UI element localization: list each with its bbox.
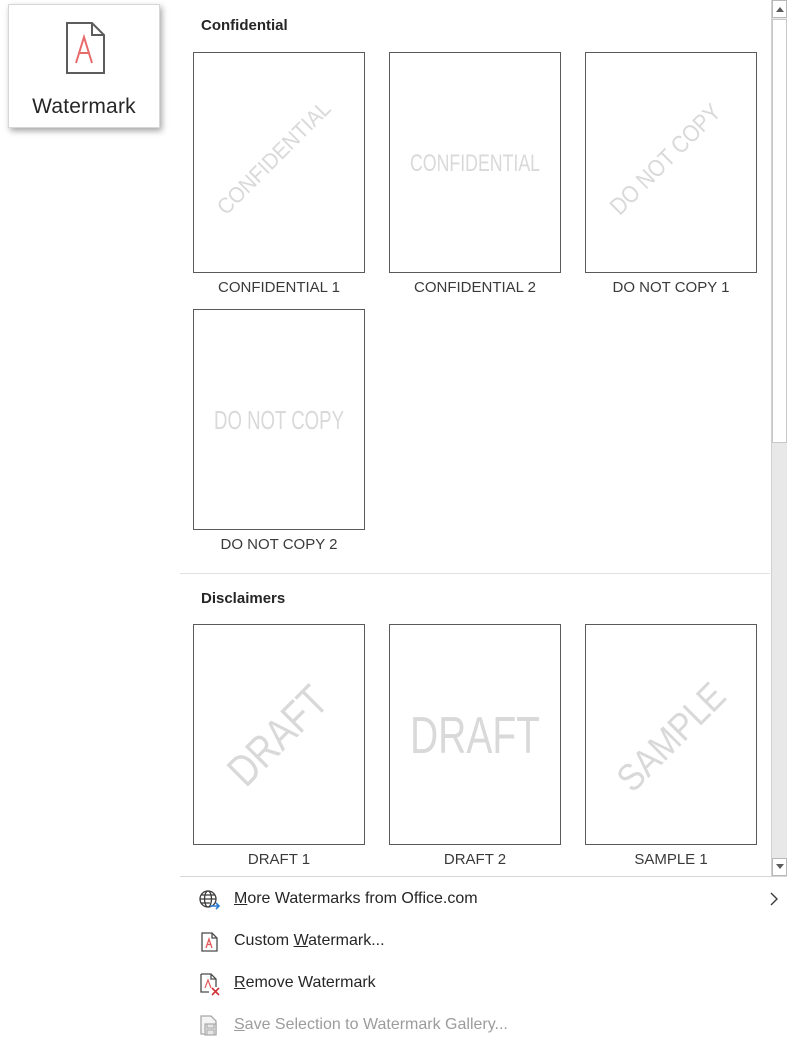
- gallery-item-draft-1[interactable]: DRAFT DRAFT 1: [193, 624, 365, 874]
- scroll-down-button[interactable]: [772, 858, 787, 876]
- gallery-item-label: DO NOT COPY 2: [220, 536, 338, 553]
- triangle-down-icon: [776, 864, 784, 869]
- watermark-preview-text: DO NOT COPY: [214, 405, 344, 435]
- watermark-gallery-panel: Confidential CONFIDENTIAL CONFIDENTIAL 1…: [180, 0, 787, 1042]
- save-to-gallery-icon: [200, 1015, 217, 1036]
- watermark-thumbnail: CONFIDENTIAL: [389, 52, 561, 273]
- watermark-thumbnail: DRAFT: [389, 624, 561, 845]
- save-selection-menu-item[interactable]: Save Selection to Watermark Gallery...: [180, 1008, 787, 1044]
- globe-icon: [199, 890, 221, 910]
- watermark-thumbnail: DO NOT COPY: [585, 52, 757, 273]
- watermark-preview-text: DRAFT: [410, 707, 540, 765]
- watermark-preview-text: DO NOT COPY: [605, 99, 727, 221]
- gallery-scrollbar[interactable]: [771, 0, 787, 876]
- watermark-preview-text: CONFIDENTIAL: [410, 150, 540, 177]
- gallery: Confidential CONFIDENTIAL CONFIDENTIAL 1…: [180, 0, 770, 876]
- watermark-preview-text: SAMPLE: [609, 675, 734, 800]
- section-header-confidential: Confidential: [201, 17, 288, 34]
- triangle-up-icon: [776, 7, 784, 12]
- gallery-item-label: DRAFT 2: [443, 851, 507, 868]
- gallery-item-label: SAMPLE 1: [634, 851, 708, 868]
- gallery-item-label: DO NOT COPY 1: [612, 279, 730, 296]
- remove-watermark-menu-item[interactable]: Remove Watermark: [180, 966, 787, 1002]
- watermark-ribbon-button[interactable]: Watermark: [8, 4, 160, 128]
- watermark-thumbnail: DRAFT: [193, 624, 365, 845]
- gallery-item-confidential-2[interactable]: CONFIDENTIAL CONFIDENTIAL 2: [389, 52, 561, 302]
- remove-watermark-icon: [200, 973, 220, 996]
- gallery-item-label: CONFIDENTIAL 1: [218, 279, 340, 296]
- scroll-thumb[interactable]: [772, 19, 787, 443]
- more-watermarks-menu-item[interactable]: More Watermarks from Office.com: [180, 882, 787, 918]
- watermark-label: Watermark: [32, 95, 136, 118]
- gallery-item-label: CONFIDENTIAL 2: [414, 279, 536, 296]
- section-header-disclaimers: Disclaimers: [201, 590, 286, 607]
- remove-watermark-text: Remove Watermark: [234, 974, 376, 991]
- watermark-thumbnail: CONFIDENTIAL: [193, 52, 365, 273]
- save-selection-text: Save Selection to Watermark Gallery...: [234, 1016, 508, 1033]
- menu-separator: [180, 876, 787, 877]
- custom-watermark-icon: [201, 932, 218, 952]
- custom-watermark-menu-item[interactable]: Custom Watermark...: [180, 924, 787, 960]
- more-watermarks-text: More Watermarks from Office.com: [234, 890, 478, 907]
- watermark-thumbnail: DO NOT COPY: [193, 309, 365, 530]
- gallery-item-draft-2[interactable]: DRAFT DRAFT 2: [389, 624, 561, 874]
- gallery-item-label: DRAFT 1: [247, 851, 311, 868]
- watermark-preview-text: DRAFT: [218, 676, 338, 796]
- watermark-page-icon: [66, 22, 105, 74]
- gallery-item-sample-1[interactable]: SAMPLE SAMPLE 1: [585, 624, 757, 874]
- watermark-thumbnail: SAMPLE: [585, 624, 757, 845]
- gallery-item-do-not-copy-1[interactable]: DO NOT COPY DO NOT COPY 1: [585, 52, 757, 302]
- scroll-up-button[interactable]: [772, 0, 787, 18]
- gallery-item-confidential-1[interactable]: CONFIDENTIAL CONFIDENTIAL 1: [193, 52, 365, 302]
- watermark-preview-text: CONFIDENTIAL: [212, 96, 336, 220]
- custom-watermark-text: Custom Watermark...: [234, 932, 385, 949]
- section-divider: [180, 573, 770, 574]
- chevron-right-icon: [770, 892, 778, 906]
- gallery-item-do-not-copy-2[interactable]: DO NOT COPY DO NOT COPY 2: [193, 309, 365, 559]
